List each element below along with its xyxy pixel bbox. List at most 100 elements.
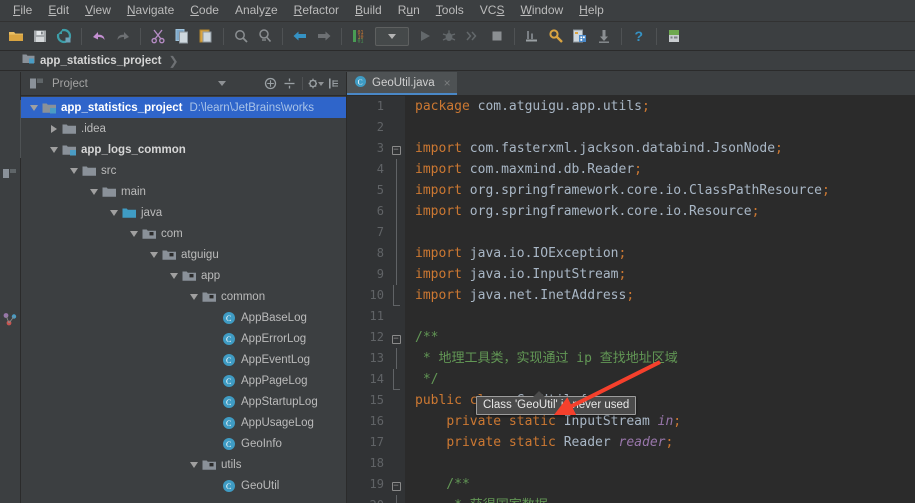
line-number[interactable]: 10 <box>347 285 387 306</box>
code-editor[interactable]: 1 package com.atguigu.app.utils; 2 3− import… <box>347 96 915 503</box>
settings-gear-icon[interactable] <box>307 75 324 92</box>
find-icon[interactable] <box>230 25 252 47</box>
menu-help[interactable]: Help <box>571 2 612 19</box>
fold-region-bar[interactable] <box>387 243 405 264</box>
menu-file[interactable]: File <box>5 2 40 19</box>
copy-icon[interactable] <box>171 25 193 47</box>
fold-region-end[interactable] <box>387 285 405 306</box>
tree-item-apperrorlog[interactable]: C AppErrorLog <box>21 328 346 349</box>
compile-icon[interactable]: 01 10 01 <box>348 25 370 47</box>
line-number[interactable]: 19 <box>347 474 387 495</box>
line-number[interactable]: 15 <box>347 390 387 411</box>
run-icon[interactable] <box>414 25 436 47</box>
tree-item-geoinfo[interactable]: C GeoInfo <box>21 433 346 454</box>
run-configuration-selector[interactable] <box>375 26 409 46</box>
line-number[interactable]: 20 <box>347 495 387 503</box>
menu-view[interactable]: View <box>77 2 119 19</box>
fold-region-bar[interactable] <box>387 201 405 222</box>
line-number[interactable]: 1 <box>347 96 387 117</box>
line-number[interactable]: 2 <box>347 117 387 138</box>
tree-item-atguigu[interactable]: atguigu <box>21 244 346 265</box>
tree-item-com[interactable]: com <box>21 223 346 244</box>
tree-item-src[interactable]: src <box>21 160 346 181</box>
tree-item-utils[interactable]: utils <box>21 454 346 475</box>
fold-region-bar[interactable] <box>387 159 405 180</box>
chevron-down-icon[interactable] <box>168 270 179 281</box>
line-number[interactable]: 14 <box>347 369 387 390</box>
line-number[interactable]: 11 <box>347 306 387 327</box>
line-number[interactable]: 3 <box>347 138 387 159</box>
line-number[interactable]: 16 <box>347 411 387 432</box>
line-number[interactable]: 17 <box>347 432 387 453</box>
stop-icon[interactable] <box>486 25 508 47</box>
chevron-down-icon[interactable] <box>108 207 119 218</box>
fold-region-bar[interactable] <box>387 348 405 369</box>
menu-code[interactable]: Code <box>182 2 227 19</box>
line-number[interactable]: 9 <box>347 264 387 285</box>
menu-analyze[interactable]: Analyze <box>227 2 286 19</box>
cut-icon[interactable] <box>147 25 169 47</box>
tree-item-geoutil[interactable]: C GeoUtil <box>21 475 346 496</box>
tree-item-app[interactable]: app <box>21 265 346 286</box>
menu-tools[interactable]: Tools <box>428 2 472 19</box>
tree-item-main[interactable]: main <box>21 181 346 202</box>
line-number[interactable]: 4 <box>347 159 387 180</box>
tree-item-appstartuplog[interactable]: C AppStartupLog <box>21 391 346 412</box>
chevron-down-icon[interactable] <box>28 102 39 113</box>
menu-run[interactable]: Run <box>390 2 428 19</box>
line-number[interactable]: 5 <box>347 180 387 201</box>
redo-icon[interactable] <box>112 25 134 47</box>
tree-item-apppagelog[interactable]: C AppPageLog <box>21 370 346 391</box>
chevron-down-icon[interactable] <box>188 291 199 302</box>
line-number[interactable]: 18 <box>347 453 387 474</box>
synchronize-icon[interactable] <box>53 25 75 47</box>
line-number[interactable]: 8 <box>347 243 387 264</box>
run-coverage-icon[interactable] <box>462 25 484 47</box>
fold-collapse-icon[interactable]: − <box>387 474 405 495</box>
chevron-down-icon[interactable] <box>188 459 199 470</box>
project-tree[interactable]: app_statistics_project D:\learn\JetBrains… <box>21 96 346 503</box>
paste-icon[interactable] <box>195 25 217 47</box>
fold-region-bar[interactable] <box>387 180 405 201</box>
settings-icon[interactable] <box>545 25 567 47</box>
line-number[interactable]: 12 <box>347 327 387 348</box>
menu-window[interactable]: Window <box>512 2 571 19</box>
fold-collapse-icon[interactable]: − <box>387 327 405 348</box>
breadcrumb-project-name[interactable]: app_statistics_project <box>40 55 161 67</box>
replace-icon[interactable] <box>254 25 276 47</box>
save-all-icon[interactable] <box>29 25 51 47</box>
tree-item-appeventlog[interactable]: C AppEventLog <box>21 349 346 370</box>
maven-icon[interactable] <box>663 25 685 47</box>
tree-item-idea[interactable]: .idea <box>21 118 346 139</box>
update-project-icon[interactable] <box>593 25 615 47</box>
forward-icon[interactable] <box>313 25 335 47</box>
editor-tab-geoutil[interactable]: C GeoUtil.java × <box>347 72 457 95</box>
project-structure-icon[interactable] <box>569 25 591 47</box>
menu-edit[interactable]: Edit <box>40 2 77 19</box>
undo-icon[interactable] <box>88 25 110 47</box>
collapse-all-icon[interactable] <box>262 75 279 92</box>
debug-icon[interactable] <box>438 25 460 47</box>
autoscroll-icon[interactable] <box>281 75 298 92</box>
chevron-down-icon[interactable] <box>213 75 230 92</box>
chevron-down-icon[interactable] <box>148 249 159 260</box>
menu-navigate[interactable]: Navigate <box>119 2 182 19</box>
chevron-down-icon[interactable] <box>88 186 99 197</box>
help-icon[interactable]: ? <box>628 25 650 47</box>
tree-item-app_statistics_project[interactable]: app_statistics_project D:\learn\JetBrains… <box>21 97 346 118</box>
open-project-icon[interactable] <box>5 25 27 47</box>
chevron-down-icon[interactable] <box>68 165 79 176</box>
tree-item-app_logs_common[interactable]: app_logs_common <box>21 139 346 160</box>
chevron-down-icon[interactable] <box>48 144 59 155</box>
close-icon[interactable]: × <box>444 76 451 90</box>
tree-item-common[interactable]: common <box>21 286 346 307</box>
chevron-right-icon[interactable] <box>48 123 59 134</box>
menu-vcs[interactable]: VCS <box>472 2 513 19</box>
fold-collapse-icon[interactable]: − <box>387 138 405 159</box>
profile-icon[interactable] <box>521 25 543 47</box>
line-number[interactable]: 7 <box>347 222 387 243</box>
tree-item-appbaselog[interactable]: C AppBaseLog <box>21 307 346 328</box>
fold-region-bar[interactable] <box>387 222 405 243</box>
hide-panel-icon[interactable] <box>326 75 343 92</box>
fold-region-bar[interactable] <box>387 264 405 285</box>
